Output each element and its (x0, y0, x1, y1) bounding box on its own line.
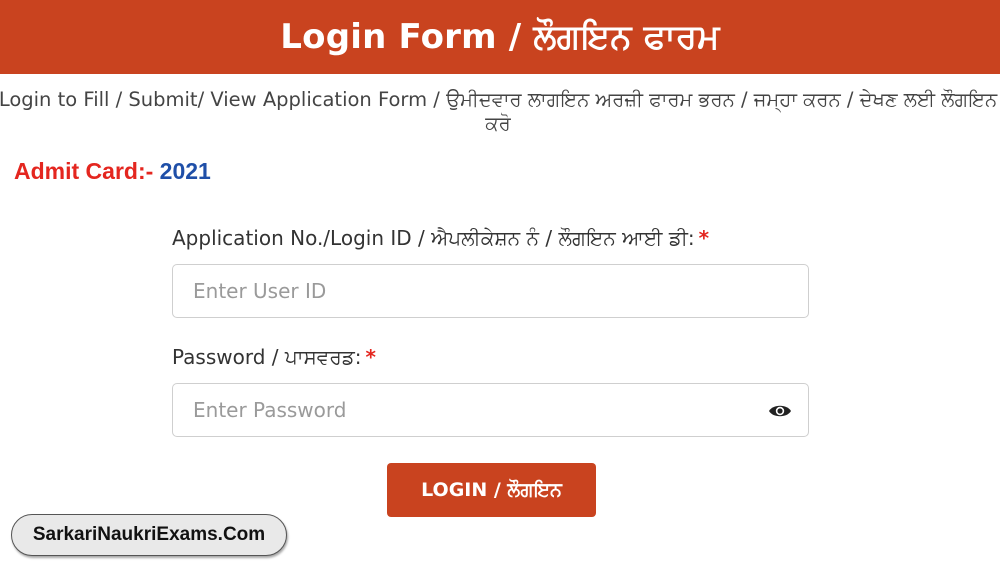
page-subtitle: Login to Fill / Submit/ View Application… (0, 88, 998, 135)
user-id-label-text: Application No./Login ID / ਐਪਲੀਕੇਸ਼ਨ ਨੰ … (172, 226, 695, 250)
user-id-placeholder: Enter User ID (193, 279, 327, 303)
admit-card-year: 2021 (159, 158, 211, 184)
watermark: SarkariNaukriExams.Com (11, 514, 287, 556)
password-label: Password / ਪਾਸਵਰਡ: * (172, 345, 376, 369)
password-placeholder: Enter Password (193, 398, 347, 422)
login-button[interactable]: LOGIN / ਲੌਗਇਨ (387, 463, 596, 517)
password-input[interactable]: Enter Password (172, 383, 809, 437)
required-mark: * (365, 345, 376, 369)
user-id-label: Application No./Login ID / ਐਪਲੀਕੇਸ਼ਨ ਨੰ … (172, 226, 709, 250)
password-label-text: Password / ਪਾਸਵਰਡ: (172, 345, 362, 369)
page-header: Login Form / ਲੌਗਇਨ ਫਾਰਮ (0, 0, 1000, 74)
required-mark: * (698, 226, 710, 250)
eye-icon[interactable] (768, 401, 792, 421)
admit-card-label: Admit Card:- (14, 158, 154, 184)
user-id-input[interactable]: Enter User ID (172, 264, 809, 318)
page-title: Login Form / ਲੌਗਇਨ ਫਾਰਮ (280, 17, 720, 57)
admit-card-heading: Admit Card:- 2021 (14, 158, 211, 185)
